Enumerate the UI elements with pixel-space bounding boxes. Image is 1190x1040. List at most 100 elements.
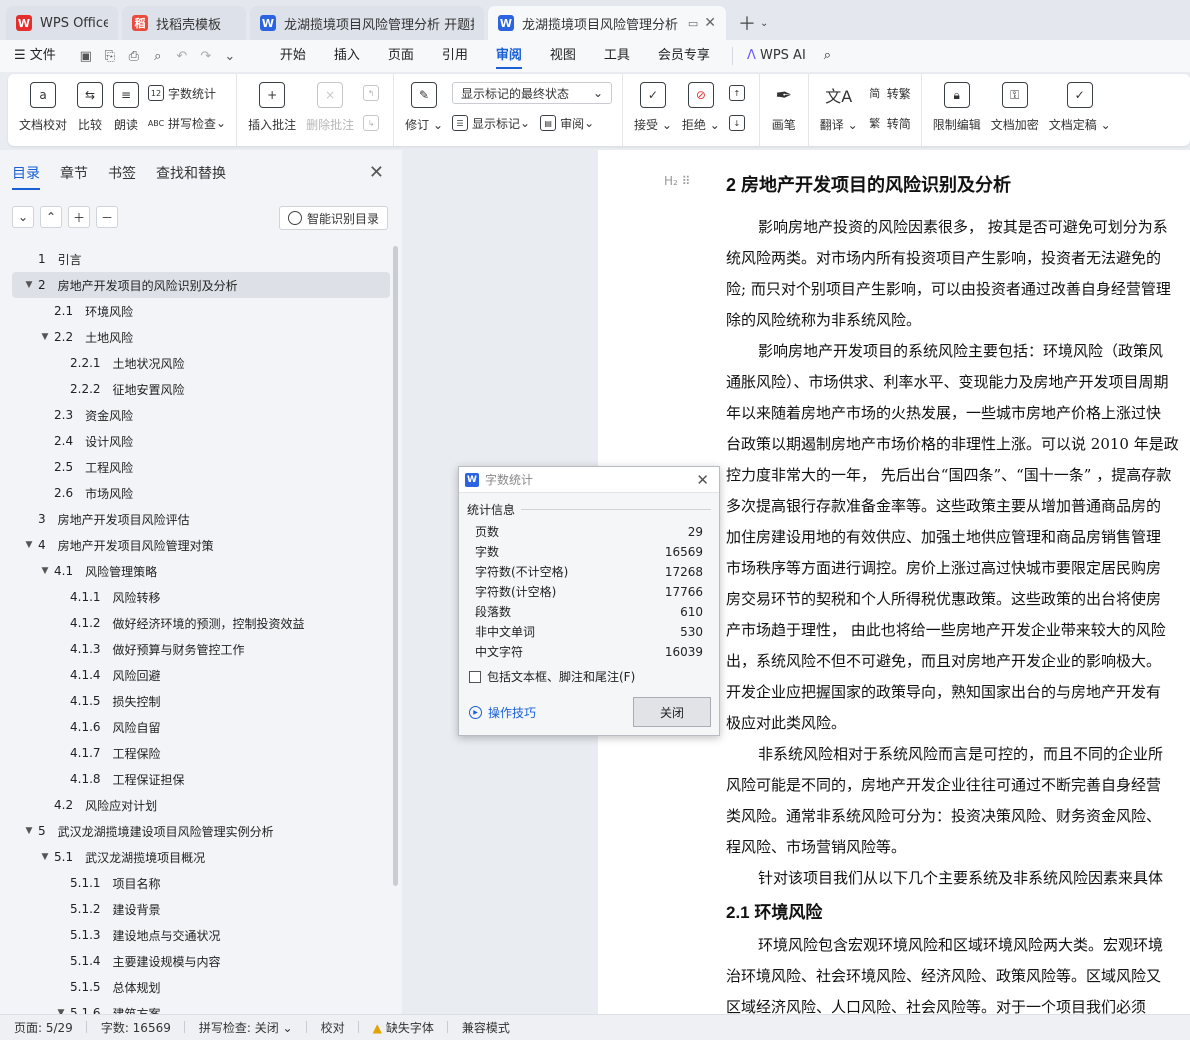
menu-member[interactable]: 会员专享 (644, 40, 724, 72)
close-icon[interactable]: ✕ (696, 471, 709, 489)
save-icon[interactable]: ▣ (74, 49, 98, 64)
toc-item[interactable]: 2.4 设计风险 (12, 428, 390, 454)
doc-check-button[interactable]: a 文档校对 (19, 82, 67, 133)
menu-review[interactable]: 审阅 (482, 40, 536, 72)
expand-arrow-icon[interactable]: ▼ (22, 280, 36, 290)
reject-button[interactable]: ⊘ 拒绝 ⌄ (682, 82, 720, 133)
toc-item[interactable]: 1 引言 (12, 246, 390, 272)
next-comment-button[interactable]: ↳ (363, 112, 383, 134)
tab-wps-office[interactable]: W WPS Office (6, 6, 118, 40)
markup-state-dropdown[interactable]: 显示标记的最终状态 ⌄ (452, 82, 613, 104)
toc-item[interactable]: ▼ 5.1.6 建筑方案 (12, 1000, 390, 1014)
undo-icon[interactable]: ↶ (170, 49, 194, 64)
print-preview-icon[interactable]: ⌕ (146, 49, 170, 64)
menu-start[interactable]: 开始 (266, 40, 320, 72)
tab-docer[interactable]: 稻 找稻壳模板 (122, 6, 246, 40)
missing-font-status[interactable]: ▲ 缺失字体 (359, 1019, 449, 1036)
pen-button[interactable]: ✒ 画笔 (771, 82, 797, 133)
tips-link[interactable]: ▶ 操作技巧 (469, 704, 536, 721)
to-simplified-button[interactable]: 繁转简 (867, 112, 911, 134)
translate-button[interactable]: 文A 翻译 ⌄ (820, 82, 858, 133)
drag-handle-icon[interactable]: ⠿ (682, 174, 691, 188)
export-icon[interactable]: ⎘ (98, 49, 122, 64)
revise-button[interactable]: ✎ 修订 ⌄ (405, 82, 443, 133)
page-indicator[interactable]: 页面: 5/29 (0, 1019, 87, 1036)
toc-item[interactable]: 4.1.4 风险回避 (12, 662, 390, 688)
spell-check-status[interactable]: 拼写检查: 关闭 ⌄ (185, 1019, 307, 1036)
toc-item[interactable]: 2.1 环境风险 (12, 298, 390, 324)
chevron-down-icon[interactable]: ⌄ (218, 49, 242, 64)
add-tab-icon[interactable]: ＋ ⌄ (730, 6, 776, 40)
menu-reference[interactable]: 引用 (428, 40, 482, 72)
compare-button[interactable]: ⇆ 比较 (77, 82, 104, 133)
add-heading-icon[interactable]: ＋ (68, 206, 90, 228)
toc-item[interactable]: ▼ 5.1 武汉龙湖揽境项目概况 (12, 844, 390, 870)
tab-sections[interactable]: 章节 (60, 159, 88, 187)
spell-check-button[interactable]: ABC 拼写检查 ⌄ (148, 112, 226, 134)
toc-item[interactable]: 5.1.5 总体规划 (12, 974, 390, 1000)
toc-item[interactable]: 5.1.1 项目名称 (12, 870, 390, 896)
toc-item[interactable]: 5.1.2 建设背景 (12, 896, 390, 922)
prev-change-button[interactable]: ↑ (728, 82, 749, 104)
close-icon[interactable]: ✕ (369, 162, 384, 183)
close-icon[interactable]: ✕ (704, 15, 716, 31)
toc-item[interactable]: 2.2.1 土地状况风险 (12, 350, 390, 376)
expand-arrow-icon[interactable]: ▼ (38, 332, 52, 342)
toc-item[interactable]: 4.1.3 做好预算与财务管控工作 (12, 636, 390, 662)
toc-item[interactable]: ▼ 2 房地产开发项目的风险识别及分析 (12, 272, 390, 298)
accept-button[interactable]: ✓ 接受 ⌄ (634, 82, 672, 133)
wps-ai-button[interactable]: Ʌ WPS AI (731, 47, 820, 65)
menu-page[interactable]: 页面 (374, 40, 428, 72)
search-icon[interactable]: ⌕ (820, 40, 835, 72)
redo-icon[interactable]: ↷ (194, 49, 218, 64)
menu-insert[interactable]: 插入 (320, 40, 374, 72)
chevron-down-icon[interactable]: ⌄ (760, 18, 768, 29)
show-markup-button[interactable]: ☰ 显示标记 ⌄ (452, 112, 530, 134)
restrict-edit-button[interactable]: 🔒︎ 限制编辑 (933, 82, 981, 133)
word-count-indicator[interactable]: 字数: 16569 (87, 1019, 185, 1036)
proof-status[interactable]: 校对 (307, 1019, 359, 1036)
next-change-button[interactable]: ↓ (728, 112, 749, 134)
toc-item[interactable]: 2.6 市场风险 (12, 480, 390, 506)
toc-item[interactable]: 4.1.8 工程保证担保 (12, 766, 390, 792)
toc-item[interactable]: 4.1.1 风险转移 (12, 584, 390, 610)
remove-heading-icon[interactable]: － (96, 206, 118, 228)
review-pane-button[interactable]: ▤ 审阅 ⌄ (540, 112, 594, 134)
expand-arrow-icon[interactable]: ▼ (38, 566, 52, 576)
tab-bookmarks[interactable]: 书签 (108, 159, 136, 187)
word-count-button[interactable]: 12 字数统计 (148, 82, 226, 104)
to-traditional-button[interactable]: 简转繁 (867, 82, 911, 104)
menu-view[interactable]: 视图 (536, 40, 590, 72)
expand-up-icon[interactable]: ⌃ (40, 206, 62, 228)
toc-item[interactable]: 4.2 风险应对计划 (12, 792, 390, 818)
encrypt-button[interactable]: ⚿ 文档加密 (991, 82, 1039, 133)
read-aloud-button[interactable]: ≡ 朗读 (113, 82, 140, 133)
toc-item[interactable]: ▼ 5 武汉龙湖揽境建设项目风险管理实例分析 (12, 818, 390, 844)
print-icon[interactable]: ⎙ (122, 49, 146, 64)
close-button[interactable]: 关闭 (633, 697, 711, 727)
tab-find-replace[interactable]: 查找和替换 (156, 159, 226, 187)
checkbox-icon[interactable] (469, 670, 481, 683)
collapse-down-icon[interactable]: ⌄ (12, 206, 34, 228)
toc-item[interactable]: 4.1.2 做好经济环境的预测，控制投资效益 (12, 610, 390, 636)
toc-item[interactable]: ▼ 2.2 土地风险 (12, 324, 390, 350)
toc-item[interactable]: 5.1.3 建设地点与交通状况 (12, 922, 390, 948)
finalize-button[interactable]: ✓ 文档定稿 ⌄ (1049, 82, 1111, 133)
tab-toc[interactable]: 目录 (12, 159, 40, 190)
toc-item[interactable]: ▼ 4 房地产开发项目风险管理对策 (12, 532, 390, 558)
toc-item[interactable]: 2.2.2 征地安置风险 (12, 376, 390, 402)
tab-proposal-doc[interactable]: W 龙湖揽境项目风险管理分析 开题报告 (250, 6, 484, 40)
insert-comment-button[interactable]: + 插入批注 (248, 82, 296, 133)
smart-toc-button[interactable]: 智能识别目录 (278, 206, 388, 230)
toc-item[interactable]: 5.1.4 主要建设规模与内容 (12, 948, 390, 974)
expand-arrow-icon[interactable]: ▼ (38, 852, 52, 862)
toc-item[interactable]: 2.5 工程风险 (12, 454, 390, 480)
scrollbar[interactable] (393, 246, 398, 886)
include-textboxes-checkbox[interactable]: 包括文本框、脚注和尾注(F) (459, 662, 719, 691)
file-menu[interactable]: ☰ 文件 (0, 40, 70, 72)
toc-item[interactable]: 4.1.6 风险自留 (12, 714, 390, 740)
expand-arrow-icon[interactable]: ▼ (22, 826, 36, 836)
delete-comment-button[interactable]: × 删除批注 (306, 82, 354, 133)
toc-item[interactable]: 4.1.5 损失控制 (12, 688, 390, 714)
tab-thesis-doc[interactable]: W 龙湖揽境项目风险管理分析 毕 ▭ ✕ (488, 6, 726, 40)
